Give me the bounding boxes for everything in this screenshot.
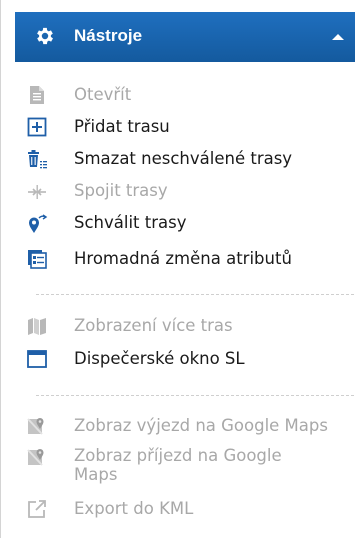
menu-item-label: Schválit trasy bbox=[74, 213, 187, 232]
google-maps-icon bbox=[27, 449, 44, 466]
menu-item-label: Export do KML bbox=[74, 499, 194, 518]
window-icon bbox=[27, 350, 47, 368]
menu-item-departure-google-maps[interactable]: Zobraz výjezd na Google Maps bbox=[26, 413, 355, 439]
google-maps-icon bbox=[27, 418, 44, 435]
merge-arrows-icon bbox=[28, 185, 46, 199]
divider bbox=[36, 395, 354, 396]
menu-item-label: Zobraz příjezd na Google Maps bbox=[74, 446, 282, 484]
add-box-icon bbox=[27, 117, 47, 137]
menu-item-bulk-attribute-change[interactable]: Hromadná změna atributů bbox=[26, 246, 355, 272]
menu-item-merge-routes[interactable]: Spojit trasy bbox=[26, 178, 355, 204]
menu-item-dispatcher-window[interactable]: Dispečerské okno SL bbox=[26, 346, 355, 372]
menu-item-label: Spojit trasy bbox=[74, 181, 168, 200]
tools-title: Nástroje bbox=[74, 26, 143, 45]
menu-item-add-route[interactable]: Přidat trasu bbox=[26, 114, 355, 140]
menu-item-label: Přidat trasu bbox=[74, 117, 170, 136]
menu-item-export-kml[interactable]: Export do KML bbox=[26, 496, 355, 522]
menu-item-label: Otevřít bbox=[74, 85, 132, 104]
map-icon bbox=[28, 318, 46, 335]
menu-item-label: Zobrazení více tras bbox=[74, 316, 233, 335]
menu-item-arrival-google-maps[interactable]: Zobraz příjezd na Google Maps bbox=[26, 444, 355, 488]
trash-list-icon bbox=[28, 150, 47, 169]
approve-pin-icon bbox=[29, 214, 48, 233]
menu-item-open[interactable]: Otevřít bbox=[26, 82, 355, 108]
menu-item-show-multiple-routes[interactable]: Zobrazení více tras bbox=[26, 313, 355, 339]
export-icon bbox=[28, 500, 46, 518]
collapse-up-icon[interactable] bbox=[330, 29, 346, 45]
tools-panel: Nástroje Otevřít Přidat trasu Smazat nes… bbox=[0, 0, 355, 538]
menu-item-label: Smazat neschválené trasy bbox=[74, 149, 293, 168]
menu-item-label: Zobraz výjezd na Google Maps bbox=[74, 416, 328, 435]
bulk-edit-icon bbox=[28, 250, 47, 269]
menu-item-delete-unapproved[interactable]: Smazat neschválené trasy bbox=[26, 146, 355, 172]
tools-header[interactable]: Nástroje bbox=[15, 12, 355, 62]
menu-item-label: Hromadná změna atributů bbox=[74, 249, 292, 268]
gear-icon bbox=[37, 27, 53, 45]
document-icon bbox=[30, 86, 44, 104]
divider bbox=[36, 294, 354, 295]
menu-item-label: Dispečerské okno SL bbox=[74, 349, 245, 368]
menu-item-approve-routes[interactable]: Schválit trasy bbox=[26, 210, 355, 236]
